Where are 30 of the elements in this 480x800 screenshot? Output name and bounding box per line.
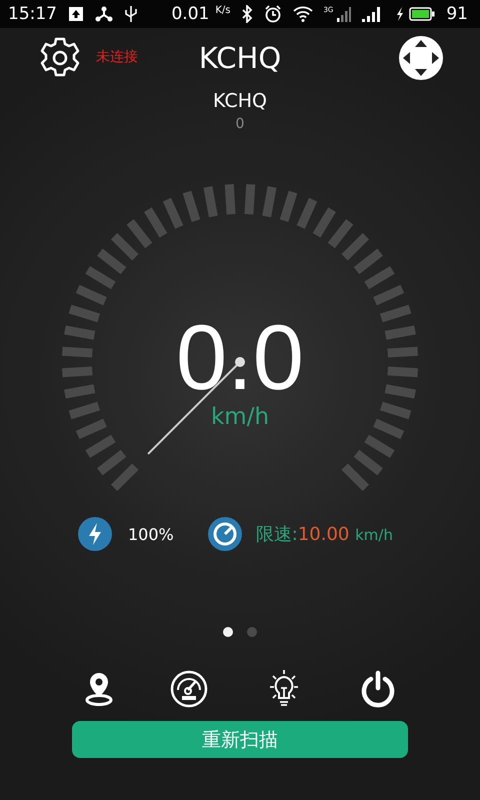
- share-icon: [95, 6, 113, 22]
- speed-unit: km/h: [210, 404, 270, 430]
- location-pin-icon[interactable]: [84, 671, 114, 707]
- speed-limit: 限速:10.00 km/h: [256, 523, 393, 546]
- network-speed: 0.01: [171, 4, 210, 24]
- battery-icon: [409, 6, 436, 22]
- alarm-icon: [264, 5, 282, 23]
- charging-icon: [395, 6, 406, 22]
- direction-pad-icon[interactable]: [398, 35, 444, 81]
- power-icon[interactable]: [360, 670, 396, 708]
- usb-icon: [124, 5, 138, 23]
- network-speed-unit: K/s: [215, 4, 230, 16]
- lightning-icon: [78, 517, 112, 551]
- device-name: KCHQ: [213, 90, 267, 112]
- page-indicator-dot[interactable]: [223, 627, 233, 637]
- wifi-icon: [293, 6, 314, 22]
- rescan-button[interactable]: 重新扫描: [72, 721, 408, 758]
- signal-icon: [337, 6, 352, 22]
- battery-percent: 91: [446, 4, 468, 24]
- page-indicator-dot[interactable]: [247, 627, 257, 637]
- battery-level: 100%: [128, 524, 174, 544]
- clock: 15:17: [8, 4, 57, 24]
- device-value: 0: [236, 116, 244, 132]
- app-title: KCHQ: [198, 41, 282, 75]
- speedometer-icon: [208, 517, 242, 551]
- connection-status: 未连接: [96, 48, 138, 66]
- speed-value: 0.0: [176, 312, 304, 404]
- upload-icon: [68, 6, 84, 22]
- speedometer-icon[interactable]: [170, 670, 208, 708]
- bluetooth-icon: [241, 5, 254, 23]
